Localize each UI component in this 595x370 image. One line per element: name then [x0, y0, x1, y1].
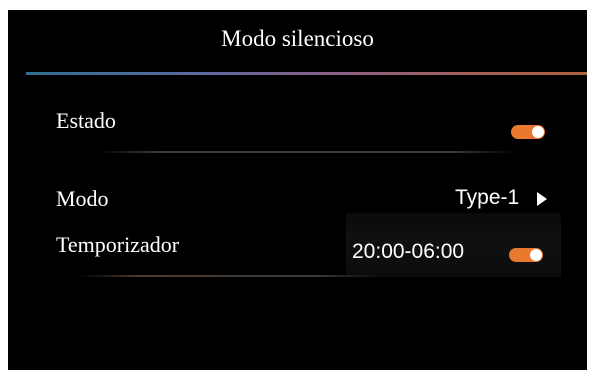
- row-divider: [78, 275, 378, 277]
- temporizador-label: Temporizador: [56, 232, 180, 257]
- toggle-knob: [532, 126, 544, 138]
- modo-label: Modo: [56, 186, 109, 211]
- temporizador-toggle[interactable]: [509, 248, 543, 262]
- title-underline: [26, 72, 587, 75]
- modo-value: Type-1: [455, 186, 520, 209]
- estado-label: Estado: [56, 108, 116, 133]
- timer-range-value[interactable]: 20:00-06:00: [352, 240, 464, 264]
- estado-toggle[interactable]: [511, 125, 545, 139]
- page-title: Modo silencioso: [221, 26, 374, 51]
- row-divider: [96, 151, 516, 153]
- toggle-knob: [530, 249, 542, 261]
- silent-mode-screen: Modo silencioso Estado Modo Type-1 Tempo…: [8, 10, 587, 370]
- chevron-right-icon: [537, 192, 547, 206]
